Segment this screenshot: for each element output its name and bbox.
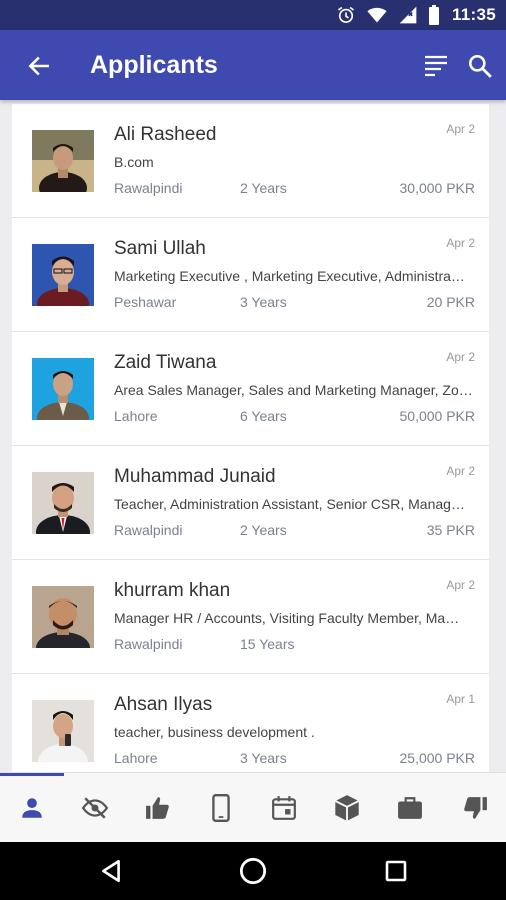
signal-icon: [399, 6, 417, 24]
applicant-position: Manager HR / Accounts, Visiting Faculty …: [114, 610, 460, 626]
applicant-salary: 35 PKR: [426, 522, 475, 538]
applicant-position: teacher, business development .: [114, 724, 315, 740]
square-recents-icon: [385, 860, 407, 882]
tab-call[interactable]: [204, 791, 238, 825]
applicant-city: Lahore: [114, 408, 158, 424]
wifi-icon: [367, 7, 387, 23]
applicant-name: Muhammad Junaid: [114, 466, 276, 487]
search-button[interactable]: [462, 48, 498, 84]
applicant-card[interactable]: khurram khan Apr 2 Manager HR / Accounts…: [12, 560, 489, 674]
sort-button[interactable]: [419, 50, 453, 82]
applicant-name: Zaid Tiwana: [114, 352, 217, 373]
applicant-experience: 3 Years: [240, 294, 287, 310]
applicant-salary: 50,000 PKR: [399, 408, 476, 424]
cube-icon: [334, 795, 360, 821]
applicant-salary: 25,000 PKR: [399, 750, 476, 766]
tab-interview[interactable]: [267, 791, 301, 825]
avatar: [32, 472, 94, 534]
applicant-name: Ali Rasheed: [114, 124, 217, 145]
applied-date: Apr 2: [446, 578, 475, 592]
alarm-icon: [337, 6, 354, 23]
bottom-tab-bar: [0, 772, 506, 842]
avatar: [32, 700, 94, 762]
applicant-experience: 2 Years: [240, 180, 287, 196]
system-home-button[interactable]: [237, 855, 269, 887]
tab-applicants[interactable]: [15, 791, 49, 825]
tab-offer[interactable]: [330, 791, 364, 825]
arrow-left-icon: [28, 56, 49, 76]
applicant-name: Ahsan Ilyas: [114, 694, 213, 715]
applied-date: Apr 2: [446, 122, 475, 136]
tab-rejected[interactable]: [458, 791, 492, 825]
system-navigation-bar: [0, 842, 506, 900]
applicant-name: khurram khan: [114, 580, 231, 601]
thumb-up-icon: [146, 797, 169, 819]
circle-home-icon: [239, 857, 267, 885]
applied-date: Apr 2: [446, 350, 475, 364]
applicant-city: Rawalpindi: [114, 636, 183, 652]
applicant-card[interactable]: Ahsan Ilyas Apr 1 teacher, business deve…: [12, 674, 489, 772]
eye-off-icon: [81, 797, 109, 819]
calendar-icon: [272, 796, 296, 820]
avatar: [32, 586, 94, 648]
back-button[interactable]: [20, 47, 58, 85]
phone-icon: [212, 794, 230, 822]
applicant-experience: 15 Years: [240, 636, 295, 652]
applicant-card[interactable]: Sami Ullah Apr 2 Marketing Executive , M…: [12, 218, 489, 332]
avatar: [32, 244, 94, 306]
applicant-card[interactable]: Muhammad Junaid Apr 2 Teacher, Administr…: [12, 446, 489, 560]
applicant-experience: 6 Years: [240, 408, 287, 424]
applied-date: Apr 2: [446, 236, 475, 250]
search-icon: [468, 54, 492, 78]
system-recents-button[interactable]: [380, 855, 412, 887]
applicant-city: Peshawar: [114, 294, 177, 310]
applicant-position: Area Sales Manager, Sales and Marketing …: [114, 382, 473, 398]
page-title: Applicants: [90, 51, 218, 79]
applicant-card[interactable]: Zaid Tiwana Apr 2 Area Sales Manager, Sa…: [12, 332, 489, 446]
system-back-button[interactable]: [95, 855, 127, 887]
status-icons: 11:35: [336, 0, 496, 30]
active-tab-indicator: [0, 773, 64, 776]
applicant-card[interactable]: Ali Rasheed Apr 2 B.com Rawalpindi 2 Yea…: [12, 104, 489, 218]
applied-date: Apr 2: [446, 464, 475, 478]
applicant-position: Marketing Executive , Marketing Executiv…: [114, 268, 465, 284]
applicant-position: B.com: [114, 154, 154, 170]
briefcase-icon: [398, 797, 422, 819]
applicant-position: Teacher, Administration Assistant, Senio…: [114, 496, 465, 512]
status-time: 11:35: [451, 5, 496, 24]
app-bar: Applicants: [0, 30, 506, 100]
applicant-city: Rawalpindi: [114, 180, 183, 196]
applicant-name: Sami Ullah: [114, 238, 206, 259]
applicant-list: Ali Rasheed Apr 2 B.com Rawalpindi 2 Yea…: [12, 104, 489, 772]
battery-icon: [428, 5, 439, 25]
tab-hired[interactable]: [393, 791, 427, 825]
sort-lines-icon: [425, 55, 447, 77]
applicant-city: Lahore: [114, 750, 158, 766]
applicant-city: Rawalpindi: [114, 522, 183, 538]
tab-hidden[interactable]: [78, 791, 112, 825]
triangle-back-icon: [102, 859, 120, 883]
person-icon: [22, 798, 42, 818]
avatar: [32, 130, 94, 192]
applicant-experience: 3 Years: [240, 750, 287, 766]
applicant-salary: 30,000 PKR: [399, 180, 476, 196]
avatar: [32, 358, 94, 420]
applicant-salary: 20 PKR: [426, 294, 475, 310]
tab-shortlisted[interactable]: [141, 791, 175, 825]
status-bar: 11:35: [0, 0, 506, 30]
applicant-experience: 2 Years: [240, 522, 287, 538]
thumb-down-icon: [464, 797, 487, 819]
applied-date: Apr 1: [446, 692, 475, 706]
